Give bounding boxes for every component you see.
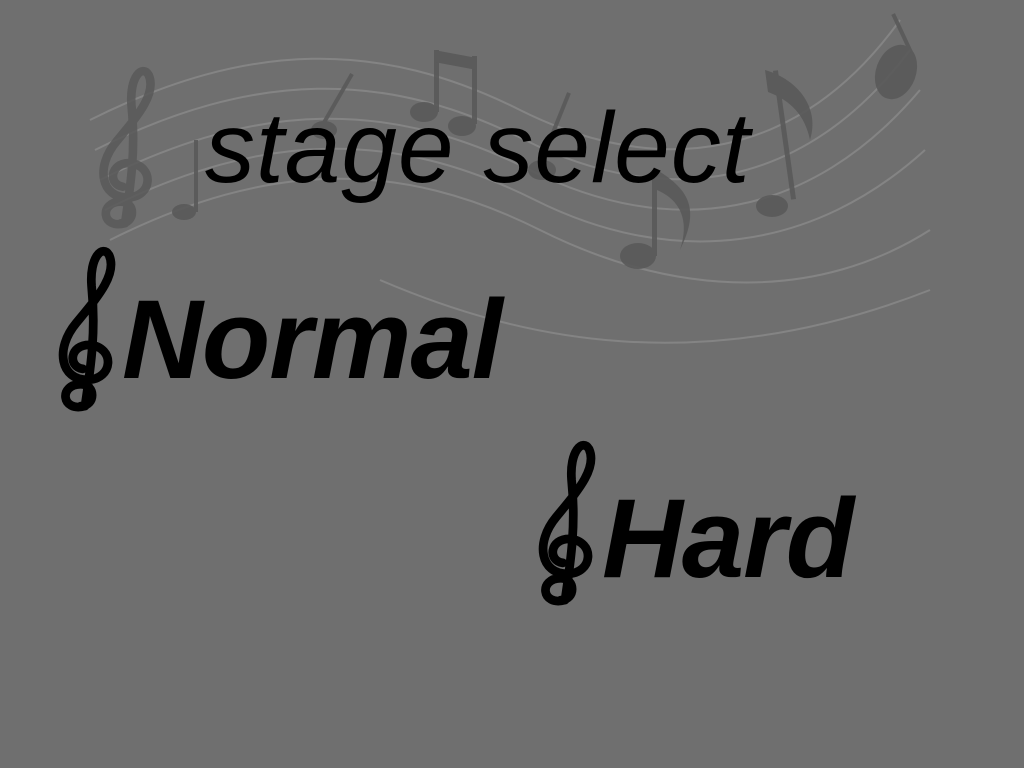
treble-clef-icon: [58, 247, 116, 412]
treble-clef-icon: [538, 441, 596, 606]
hard-stage-option[interactable]: Hard: [530, 436, 854, 611]
hard-stage-label: Hard: [602, 475, 854, 601]
screen-title: stage select: [205, 92, 751, 204]
normal-stage-label: Normal: [122, 276, 503, 402]
normal-stage-option[interactable]: Normal: [50, 242, 503, 417]
